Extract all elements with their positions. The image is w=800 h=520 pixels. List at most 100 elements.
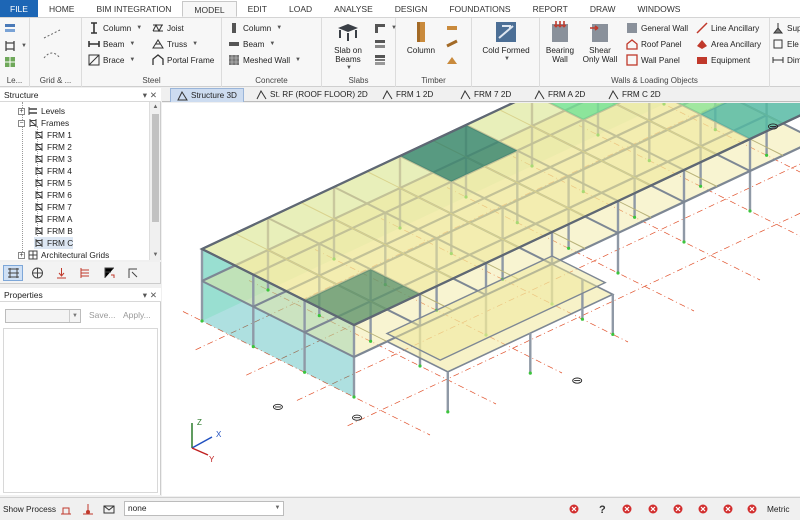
process-select[interactable]: none ▼ (124, 501, 284, 516)
tab-roof-floor-2d[interactable]: St. RF (ROOF FLOOR) 2D (256, 88, 368, 102)
frames-button[interactable]: ▼ (4, 40, 27, 52)
timber-joist-button[interactable] (446, 38, 458, 50)
error-status-icon[interactable] (621, 503, 633, 515)
scroll-down-icon[interactable]: ▼ (150, 250, 160, 260)
output-view-button[interactable] (123, 265, 143, 281)
concrete-column-button[interactable]: Column ▼ (228, 22, 282, 34)
apply-button[interactable]: Apply... (123, 310, 151, 320)
properties-select[interactable]: ▼ (5, 309, 81, 323)
pin-icon[interactable]: ▾ (143, 288, 147, 302)
menu-tab-file[interactable]: FILE (0, 0, 38, 17)
arc-tool-button[interactable] (42, 48, 62, 60)
menu-tab-model[interactable]: MODEL (182, 1, 237, 17)
tab-frm7-2d[interactable]: FRM 7 2D (460, 88, 511, 102)
menu-tab-home[interactable]: HOME (38, 0, 86, 17)
menu-tab-foundations[interactable]: FOUNDATIONS (438, 0, 521, 17)
steel-beam-button[interactable]: Beam ▼ (88, 38, 135, 50)
dimension-button[interactable]: Dim (772, 54, 800, 66)
timber-truss-button[interactable] (446, 54, 458, 66)
process-icon[interactable] (60, 503, 72, 515)
shear-only-wall-button[interactable]: Shear Only Wall (580, 20, 620, 64)
tree-item[interactable]: FRM B (34, 225, 73, 237)
menu-tab-design[interactable]: DESIGN (384, 0, 439, 17)
tree-item[interactable]: FRM A (34, 213, 72, 225)
bearing-wall-button[interactable]: Bearing Wall (542, 20, 578, 64)
steel-column-button[interactable]: Column ▼ (88, 22, 142, 34)
tab-frm1-2d[interactable]: FRM 1 2D (382, 88, 433, 102)
timber-column-button[interactable]: Column (404, 20, 438, 55)
structure-3d-viewport[interactable]: Z X Y (162, 103, 800, 496)
units-label[interactable]: Metric (767, 504, 790, 514)
line-tool-button[interactable] (42, 28, 62, 40)
levels-button[interactable] (4, 22, 16, 34)
error-status-icon[interactable] (746, 503, 758, 515)
steel-brace-button[interactable]: Brace ▼ (88, 54, 135, 66)
tree-item[interactable]: FRM 6 (34, 189, 72, 201)
general-wall-button[interactable]: General Wall (626, 22, 688, 34)
tab-structure-3d[interactable]: Structure 3D (170, 88, 244, 102)
joist-button[interactable]: Joist (152, 22, 184, 34)
tree-item[interactable]: FRM 1 (34, 129, 72, 141)
tree-item[interactable]: − Frames (18, 117, 69, 129)
save-button[interactable]: Save... (89, 310, 115, 320)
menu-tab-bim-integration[interactable]: BIM INTEGRATION (85, 0, 182, 17)
help-icon[interactable]: ? (596, 503, 608, 515)
menu-tab-draw[interactable]: DRAW (579, 0, 627, 17)
truss-button[interactable]: Truss ▼ (152, 38, 198, 50)
members-view-button[interactable] (75, 265, 95, 281)
grid-object-button[interactable] (4, 56, 16, 68)
expand-toggle-icon[interactable]: + (18, 107, 25, 115)
error-status-icon[interactable] (672, 503, 684, 515)
meshed-wall-button[interactable]: Meshed Wall ▼ (228, 54, 301, 66)
menu-tab-report[interactable]: REPORT (522, 0, 579, 17)
element-button[interactable]: Ele (772, 38, 799, 50)
portal-frame-button[interactable]: Portal Frame (152, 54, 214, 66)
tab-frmc-2d[interactable]: FRM C 2D (608, 88, 661, 102)
envelope-icon[interactable] (103, 503, 115, 515)
structure-view-button[interactable] (3, 265, 23, 281)
error-status-icon[interactable] (722, 503, 734, 515)
equipment-button[interactable]: Equipment (696, 54, 750, 66)
tree-scrollbar[interactable]: ▲ ▼ (149, 102, 160, 260)
groups-view-button[interactable] (27, 265, 47, 281)
timber-beam-button[interactable] (446, 22, 458, 34)
scrollbar-thumb[interactable] (152, 114, 159, 222)
tree-item[interactable]: FRM 2 (34, 141, 72, 153)
line-ancillary-button[interactable]: Line Ancillary (696, 22, 759, 34)
concrete-beam-button[interactable]: Beam ▼ (228, 38, 275, 50)
support-button[interactable]: Sup (772, 22, 800, 34)
structure-3d-model[interactable] (162, 103, 800, 496)
expand-toggle-icon[interactable]: − (18, 119, 25, 127)
tree-item[interactable]: FRM C (34, 237, 74, 249)
loading-view-button[interactable] (51, 265, 71, 281)
scroll-up-icon[interactable]: ▲ (150, 102, 160, 112)
area-ancillary-button[interactable]: Area Ancillary (696, 38, 761, 50)
menu-tab-windows[interactable]: WINDOWS (627, 0, 692, 17)
tree-item[interactable]: + Levels (18, 105, 65, 117)
error-status-icon[interactable] (568, 503, 580, 515)
slab-option-3-button[interactable] (374, 54, 386, 66)
menu-tab-edit[interactable]: EDIT (237, 0, 278, 17)
tab-frma-2d[interactable]: FRM A 2D (534, 88, 585, 102)
slab-on-beams-button[interactable]: Slab on Beams ▼ (328, 20, 368, 73)
tree-item[interactable]: FRM 7 (34, 201, 72, 213)
slab-option-1-button[interactable]: ▼ (374, 22, 397, 34)
process-load-icon[interactable] (82, 503, 94, 515)
menu-tab-load[interactable]: LOAD (278, 0, 323, 17)
wall-panel-button[interactable]: Wall Panel (626, 54, 680, 66)
expand-toggle-icon[interactable]: + (18, 251, 25, 259)
error-status-icon[interactable] (647, 503, 659, 515)
menu-tab-analyse[interactable]: ANALYSE (323, 0, 384, 17)
pin-icon[interactable]: ▾ (143, 88, 147, 102)
tree-item[interactable]: FRM 5 (34, 177, 72, 189)
design-view-button[interactable] (99, 265, 119, 281)
tree-item[interactable]: + Architectural Grids (18, 249, 109, 260)
cold-formed-button[interactable]: Cold Formed ▼ (478, 20, 534, 64)
tree-item[interactable]: FRM 3 (34, 153, 72, 165)
close-icon[interactable]: ✕ (150, 288, 157, 302)
close-icon[interactable]: ✕ (150, 88, 157, 102)
roof-panel-button[interactable]: Roof Panel (626, 38, 682, 50)
slab-option-2-button[interactable] (374, 38, 386, 50)
tree-item[interactable]: FRM 4 (34, 165, 72, 177)
error-status-icon[interactable] (697, 503, 709, 515)
